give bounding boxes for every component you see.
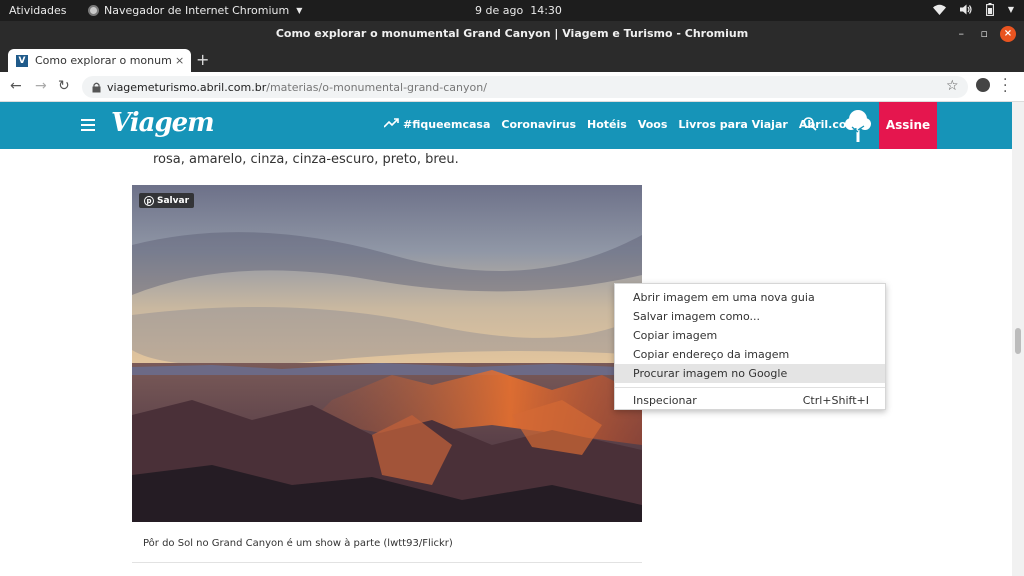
menu-item-label: Abrir imagem em uma nova guia [633, 291, 815, 304]
bookmark-star-icon[interactable]: ☆ [946, 78, 959, 94]
nav-link-coronavirus[interactable]: Coronavirus [501, 118, 576, 131]
trending-icon [383, 118, 399, 131]
chevron-down-icon: ▼ [296, 6, 303, 15]
subscribe-button[interactable]: Assine [879, 102, 937, 149]
menu-item-copy-image-address[interactable]: Copiar endereço da imagem [615, 345, 885, 364]
maximize-button[interactable]: ▫ [981, 21, 988, 47]
close-window-button[interactable]: × [1000, 26, 1016, 42]
profile-avatar-icon[interactable] [976, 78, 990, 92]
browser-toolbar: ← → ↻ viagemeturismo.abril.com.br/materi… [0, 72, 1024, 102]
pinterest-save-button[interactable]: p Salvar [139, 193, 195, 208]
close-icon[interactable]: × [175, 54, 184, 67]
tree-icon[interactable] [843, 108, 873, 144]
scrollbar-thumb[interactable] [1015, 328, 1021, 354]
forward-arrow-icon[interactable]: → [35, 78, 47, 94]
menu-item-label: Copiar endereço da imagem [633, 348, 790, 361]
site-logo[interactable]: Viagem [111, 108, 215, 138]
system-top-bar: Atividades Navegador de Internet Chromiu… [0, 0, 1024, 21]
reload-icon[interactable]: ↻ [58, 78, 70, 94]
photo-caption: Pôr do Sol no Grand Canyon é um show à p… [143, 538, 453, 549]
menu-item-inspect[interactable]: Inspecionar Ctrl+Shift+I [615, 391, 885, 410]
menu-item-label: Inspecionar [633, 394, 697, 407]
nav-link-livros[interactable]: Livros para Viajar [678, 118, 787, 131]
lock-icon [92, 82, 101, 92]
address-bar[interactable]: viagemeturismo.abril.com.br/materias/o-m… [82, 76, 968, 98]
nav-link-label: #fiqueemcasa [403, 118, 491, 131]
hamburger-menu-icon[interactable] [81, 119, 95, 134]
tab-title: Como explorar o monumental Grand Canyon [35, 54, 171, 67]
date: 9 de ago [475, 4, 524, 17]
nav-link-voos[interactable]: Voos [638, 118, 668, 131]
pin-save-label: Salvar [157, 195, 190, 206]
battery-icon [985, 3, 994, 16]
app-menu[interactable]: Navegador de Internet Chromium ▼ [88, 4, 302, 17]
menu-item-search-image-google[interactable]: Procurar imagem no Google [615, 364, 885, 383]
system-tray[interactable]: ▼ [932, 3, 1014, 16]
chromium-icon [88, 5, 99, 16]
time: 14:30 [530, 4, 562, 17]
site-header: Viagem #fiqueemcasa Coronavirus Hotéis V… [0, 102, 1012, 149]
wifi-icon [932, 4, 946, 15]
menu-item-save-image-as[interactable]: Salvar imagem como... [615, 307, 885, 326]
menu-separator [615, 387, 885, 388]
menu-item-open-image-new-tab[interactable]: Abrir imagem em uma nova guia [615, 288, 885, 307]
window-title: Como explorar o monumental Grand Canyon … [275, 27, 749, 40]
activities-button[interactable]: Atividades [9, 4, 66, 17]
divider [132, 562, 642, 563]
menu-item-label: Procurar imagem no Google [633, 367, 788, 380]
minimize-button[interactable]: – [959, 21, 965, 47]
app-name: Navegador de Internet Chromium [104, 4, 290, 17]
window-titlebar[interactable]: Como explorar o monumental Grand Canyon … [0, 21, 1024, 47]
url-path: /materias/o-monumental-grand-canyon/ [266, 80, 487, 94]
back-arrow-icon[interactable]: ← [10, 78, 22, 94]
chevron-down-icon: ▼ [1007, 5, 1014, 14]
grand-canyon-photo[interactable]: p Salvar [132, 185, 642, 522]
pinterest-icon: p [144, 195, 154, 206]
article-paragraph: rosa, amarelo, cinza, cinza-escuro, pret… [153, 152, 459, 167]
site-nav: #fiqueemcasa Coronavirus Hotéis Voos Liv… [383, 118, 858, 131]
image-context-menu: Abrir imagem em uma nova guia Salvar ima… [614, 283, 886, 410]
new-tab-button[interactable]: + [196, 50, 209, 69]
menu-item-label: Copiar imagem [633, 329, 718, 342]
nav-link-hoteis[interactable]: Hotéis [587, 118, 627, 131]
sunset-canyon-image [132, 185, 642, 522]
site-favicon-icon: V [16, 54, 28, 67]
menu-item-shortcut: Ctrl+Shift+I [802, 394, 869, 407]
nav-link-fiqueemcasa[interactable]: #fiqueemcasa [383, 118, 491, 131]
menu-item-copy-image[interactable]: Copiar imagem [615, 326, 885, 345]
menu-item-label: Salvar imagem como... [633, 310, 761, 323]
search-icon[interactable] [803, 117, 817, 131]
tab-strip: V Como explorar o monumental Grand Canyo… [0, 47, 1024, 72]
tab-active[interactable]: V Como explorar o monumental Grand Canyo… [8, 49, 191, 72]
volume-icon [959, 4, 972, 15]
kebab-menu-icon[interactable]: · · · [1003, 73, 1007, 99]
clock[interactable]: 9 de ago 14:30 [475, 4, 562, 17]
page-scrollbar[interactable] [1012, 102, 1024, 576]
url-host: viagemeturismo.abril.com.br [107, 80, 267, 94]
